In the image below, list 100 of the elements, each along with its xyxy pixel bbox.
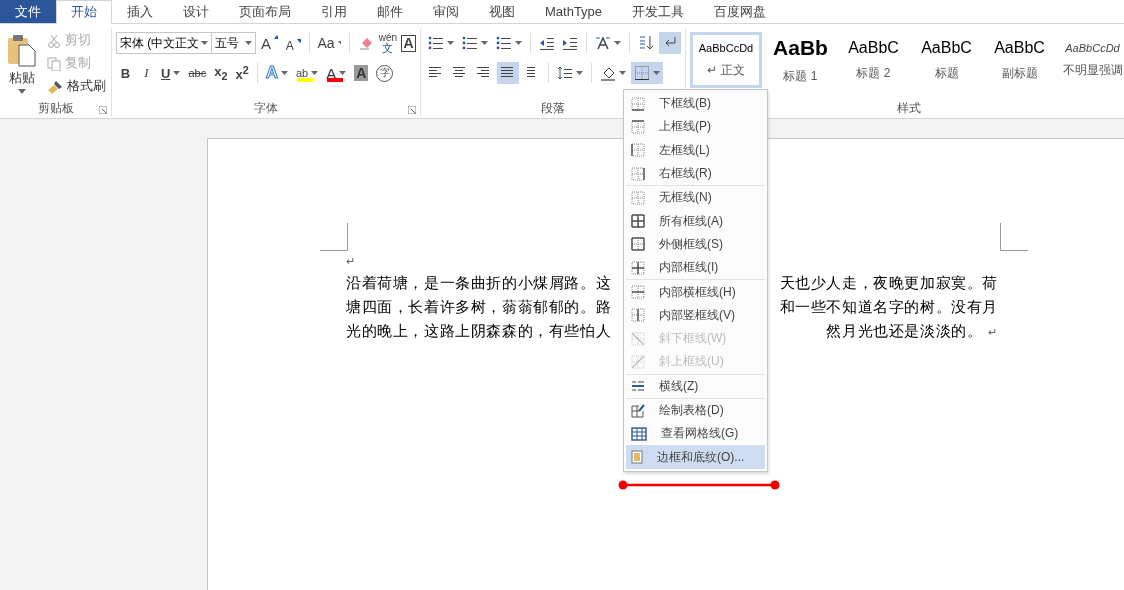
margin-corner-mark xyxy=(1000,223,1028,251)
menu-item[interactable]: 无框线(N) xyxy=(626,186,765,210)
font-button[interactable]: abc xyxy=(185,62,210,84)
menu-item[interactable]: 边框和底纹(O)... xyxy=(626,445,765,469)
group-label: 段落 xyxy=(541,99,565,117)
body-text: 然月光也还是淡淡的。 ↵ xyxy=(826,321,998,341)
menu-item[interactable]: 横线(Z) xyxy=(626,374,765,398)
font-button[interactable]: A xyxy=(282,32,304,54)
font-name-field[interactable]: 宋体 (中文正文 xyxy=(116,32,213,54)
font-button[interactable]: x$^{2}$ xyxy=(232,62,252,84)
ribbon-tab[interactable]: 开发工具 xyxy=(617,0,700,23)
group-label: 剪贴板 xyxy=(37,99,74,117)
asian-layout-icon xyxy=(595,35,612,51)
font-button[interactable]: A xyxy=(401,34,416,52)
caret-icon xyxy=(18,89,26,94)
ribbon-tab[interactable]: 引用 xyxy=(306,0,362,23)
ribbon-tab[interactable]: 页面布局 xyxy=(224,0,306,23)
brush-icon xyxy=(47,79,63,94)
paste-button[interactable]: 粘贴 xyxy=(4,30,40,98)
font-button[interactable]: A xyxy=(258,32,281,54)
border-icon xyxy=(631,119,645,134)
document-icon xyxy=(631,450,643,465)
style-gallery-item[interactable]: AaBbC 副标题 xyxy=(985,32,1054,88)
menu-item[interactable]: 右框线(R) xyxy=(626,161,765,186)
font-button[interactable]: Aa xyxy=(314,32,345,54)
font-button[interactable]: U xyxy=(158,62,184,84)
border-icon xyxy=(631,166,645,181)
menu-item[interactable]: 绘制表格(D) xyxy=(626,398,765,423)
paint-bucket-icon xyxy=(600,65,616,81)
arrow-icon xyxy=(296,39,301,43)
dialog-launcher-icon[interactable] xyxy=(99,106,107,114)
borders-icon xyxy=(634,65,650,81)
border-icon xyxy=(631,143,645,158)
body-text: 沿着荷塘，是一条曲折的小煤屑路。这 xyxy=(346,273,612,293)
body-text: 天也少人走，夜晚更加寂寞。荷 xyxy=(779,273,998,293)
font-button[interactable]: I xyxy=(137,62,156,84)
numbered-list-icon xyxy=(461,35,478,51)
line-spacing-icon xyxy=(557,65,573,81)
menu-item[interactable]: 上框线(P) xyxy=(626,115,765,139)
horizontal-line-icon xyxy=(631,379,645,394)
arrow-icon xyxy=(274,35,278,39)
caret-icon xyxy=(245,41,253,45)
clipboard-button[interactable]: 格式刷 xyxy=(46,76,107,97)
ribbon-tab[interactable]: 视图 xyxy=(474,0,530,23)
style-gallery-item[interactable]: AaBbC 标题 2 xyxy=(839,32,908,88)
border-icon xyxy=(631,354,645,369)
body-text: 和一些不知道名字的树。没有月 xyxy=(779,297,998,317)
dialog-launcher-icon[interactable] xyxy=(408,106,416,114)
font-button[interactable]: ab xyxy=(292,62,322,84)
ribbon-tab[interactable]: 邮件 xyxy=(362,0,418,23)
ribbon-tab[interactable]: 开始 xyxy=(56,0,112,24)
body-text: 塘四面，长着许多树，蓊蓊郁郁的。路 xyxy=(346,297,612,317)
menu-item[interactable]: 内部框线(I) xyxy=(626,256,765,280)
group-label: 字体 xyxy=(254,99,278,117)
copy-icon xyxy=(47,56,61,71)
style-gallery-item[interactable]: AaBbCcDd 不明显强调 xyxy=(1058,32,1124,88)
sort-icon xyxy=(638,35,655,51)
phonetic-button[interactable]: wén 文 xyxy=(376,32,399,54)
menu-item[interactable]: 下框线(B) xyxy=(626,92,765,116)
ribbon-tab[interactable]: 审阅 xyxy=(418,0,474,23)
paragraph-button[interactable] xyxy=(497,62,519,84)
menu-item[interactable]: 查看网格线(G) xyxy=(626,422,765,446)
ribbon-tab[interactable]: 文件 xyxy=(0,0,56,23)
bullet-list-icon xyxy=(428,35,444,51)
decrease-indent-icon xyxy=(538,35,555,51)
menu-item[interactable]: 左框线(L) xyxy=(626,138,765,162)
scissors-icon xyxy=(47,33,61,48)
border-icon xyxy=(631,96,645,111)
font-button[interactable]: B xyxy=(116,62,135,84)
border-icon xyxy=(631,285,645,299)
style-gallery-item[interactable]: AaBbC 标题 xyxy=(912,32,981,88)
font-button[interactable]: x$_{2}$ xyxy=(211,62,231,84)
multilevel-list-icon xyxy=(495,35,512,51)
border-icon xyxy=(631,308,645,323)
border-icon xyxy=(631,260,645,275)
menu-item[interactable]: 外侧框线(S) xyxy=(626,232,765,257)
draw-table-icon xyxy=(631,403,645,418)
eraser-icon xyxy=(358,35,372,51)
menu-item[interactable]: 内部横框线(H) xyxy=(626,280,765,304)
caret-icon xyxy=(201,41,209,45)
ribbon-tab[interactable]: MathType xyxy=(530,0,618,23)
ribbon-tab[interactable]: 百度网盘 xyxy=(699,0,782,23)
clipboard-icon xyxy=(7,33,37,67)
font-size-field[interactable]: 五号 xyxy=(211,32,257,54)
menu-item[interactable]: 所有框线(A) xyxy=(626,209,765,233)
increase-indent-icon xyxy=(562,35,579,51)
style-gallery-item[interactable]: AaBbCcDd ↵ 正文 xyxy=(690,32,762,88)
ribbon-tab[interactable]: 插入 xyxy=(112,0,168,23)
ribbon-tab[interactable]: 设计 xyxy=(168,0,224,23)
border-icon xyxy=(631,190,645,205)
group-label: 样式 xyxy=(896,99,921,117)
border-icon xyxy=(631,214,645,229)
border-icon xyxy=(631,331,645,346)
grid-icon xyxy=(631,426,647,441)
menu-item[interactable]: 内部竖框线(V) xyxy=(626,303,765,327)
border-icon xyxy=(631,237,645,252)
style-gallery-item[interactable]: AaBb 标题 1 xyxy=(766,32,835,88)
body-text: 光的晚上，这路上阴森森的，有些怕人 xyxy=(346,321,612,341)
paragraph-mark: ↵ xyxy=(346,255,355,269)
margin-corner-mark xyxy=(320,223,348,251)
